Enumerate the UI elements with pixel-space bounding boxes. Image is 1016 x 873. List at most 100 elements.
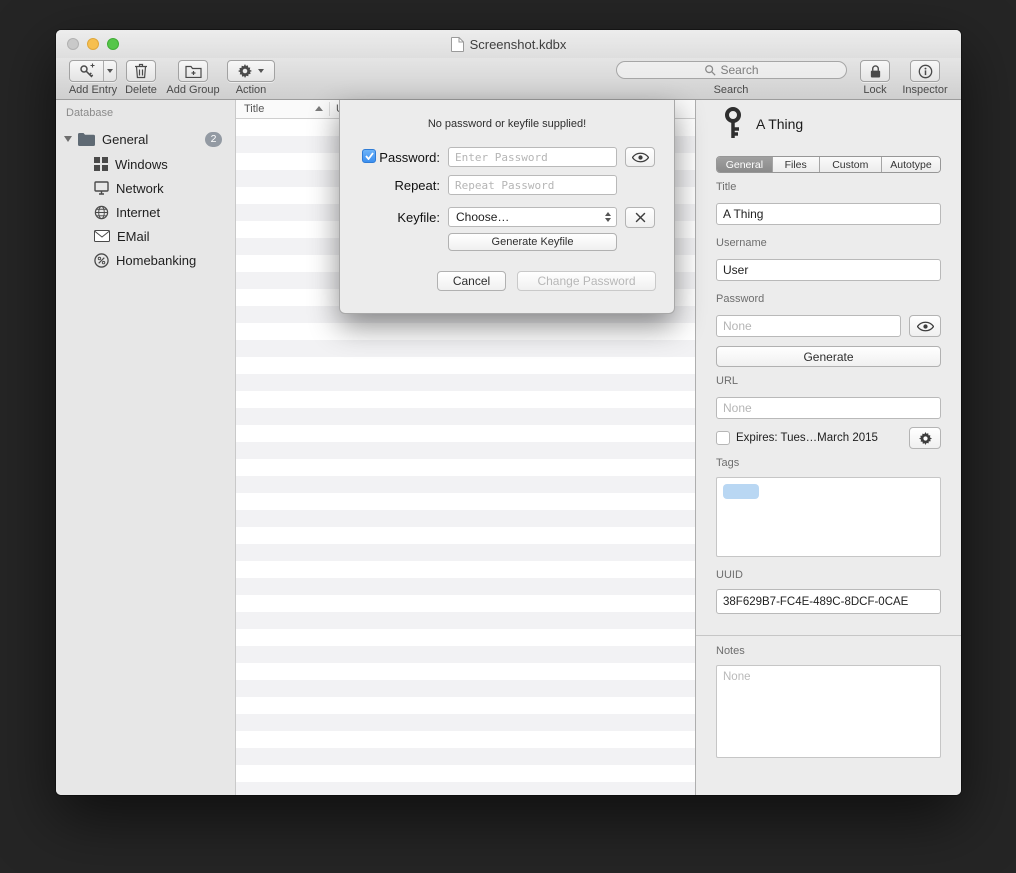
lock-icon [869, 64, 882, 79]
change-password-label: Change Password [537, 274, 635, 288]
close-x-icon [635, 212, 646, 223]
enter-password-field[interactable] [448, 147, 617, 167]
show-password-button[interactable] [625, 147, 655, 167]
tags-box[interactable] [716, 477, 941, 557]
divider [696, 635, 961, 636]
percent-coin-icon [94, 253, 109, 268]
titlebar[interactable]: Screenshot.kdbx [56, 30, 961, 58]
toolbar: Add Entry Delete Add Group Action Search [56, 58, 961, 100]
inspector-button[interactable] [910, 60, 940, 82]
uuid-field-label: UUID [716, 569, 743, 581]
change-password-dialog: No password or keyfile supplied! Passwor… [339, 100, 675, 314]
password-checkbox[interactable] [362, 149, 376, 163]
sidebar-item-label: Windows [115, 157, 168, 172]
gear-icon [238, 64, 252, 78]
folder-plus-icon [185, 64, 202, 78]
sidebar: Database General 2 Windows Network [56, 100, 236, 795]
document-icon [451, 37, 464, 52]
gear-icon [919, 432, 932, 445]
add-group-label: Add Group [160, 84, 226, 96]
notes-field[interactable] [716, 665, 941, 758]
inspector-label: Inspector [892, 84, 958, 96]
generate-password-button[interactable]: Generate [716, 346, 941, 367]
expires-checkbox[interactable] [716, 431, 730, 445]
tab-custom[interactable]: Custom [820, 157, 882, 172]
change-password-button[interactable]: Change Password [517, 271, 656, 291]
sidebar-item-label: Homebanking [116, 253, 196, 268]
info-icon [918, 64, 933, 79]
sidebar-item-email[interactable]: EMail [56, 224, 235, 248]
add-entry-dropdown[interactable] [103, 61, 116, 81]
delete-button[interactable] [126, 60, 156, 82]
keyfile-popup-value: Choose… [456, 210, 509, 224]
cancel-label: Cancel [453, 274, 490, 288]
tag-pill[interactable] [723, 484, 759, 499]
title-field-label: Title [716, 181, 736, 193]
add-entry-button[interactable] [69, 60, 117, 82]
lock-button[interactable] [860, 60, 890, 82]
inspector-entry-title: A Thing [756, 116, 803, 132]
sidebar-item-general[interactable]: General 2 [56, 127, 235, 151]
disclosure-triangle-icon[interactable] [64, 136, 72, 142]
url-field-label: URL [716, 375, 738, 387]
password-field[interactable] [716, 315, 901, 337]
sidebar-item-label: Network [116, 181, 164, 196]
action-label: Action [218, 84, 284, 96]
sort-ascending-icon [315, 106, 323, 111]
generate-keyfile-label: Generate Keyfile [492, 236, 574, 248]
column-header-title[interactable]: Title [244, 103, 264, 115]
folder-icon [78, 133, 95, 146]
search-placeholder: Search [720, 63, 758, 77]
expires-settings-button[interactable] [909, 427, 941, 449]
envelope-icon [94, 230, 110, 242]
repeat-label: Repeat: [376, 178, 440, 193]
notes-label: Notes [716, 645, 745, 657]
tab-general[interactable]: General [717, 157, 773, 172]
keyfile-popup[interactable]: Choose… [448, 207, 617, 227]
sidebar-item-windows[interactable]: Windows [56, 152, 235, 176]
network-icon [94, 181, 109, 195]
sidebar-item-internet[interactable]: Internet [56, 200, 235, 224]
tab-files[interactable]: Files [773, 157, 820, 172]
url-field[interactable] [716, 397, 941, 419]
sidebar-item-label: General [102, 132, 148, 147]
sidebar-item-network[interactable]: Network [56, 176, 235, 200]
generate-keyfile-button[interactable]: Generate Keyfile [448, 233, 617, 251]
repeat-password-field[interactable] [448, 175, 617, 195]
tags-label: Tags [716, 457, 739, 469]
sidebar-item-homebanking[interactable]: Homebanking [56, 248, 235, 272]
password-field-label: Password [716, 293, 764, 305]
column-resize-handle[interactable] [329, 102, 330, 116]
password-label: Password: [376, 150, 440, 165]
title-field[interactable] [716, 203, 941, 225]
cancel-button[interactable]: Cancel [437, 271, 506, 291]
chevron-down-icon [258, 69, 264, 73]
key-icon [720, 106, 746, 140]
popup-stepper-icon [605, 212, 611, 222]
count-badge: 2 [205, 132, 222, 147]
show-password-button[interactable] [909, 315, 941, 337]
inspector-panel: A Thing General Files Custom Autotype Ti… [695, 100, 961, 795]
sidebar-item-label: EMail [117, 229, 150, 244]
chevron-down-icon [107, 69, 113, 73]
globe-icon [94, 205, 109, 220]
sidebar-item-label: Internet [116, 205, 160, 220]
inspector-tabs: General Files Custom Autotype [716, 156, 941, 173]
expires-label: Expires: Tues…March 2015 [736, 432, 878, 444]
eye-icon [632, 152, 649, 163]
keyfile-label: Keyfile: [376, 210, 440, 225]
tab-autotype[interactable]: Autotype [882, 157, 940, 172]
generate-button-label: Generate [803, 350, 853, 364]
uuid-field[interactable] [716, 589, 941, 614]
search-input[interactable]: Search [616, 61, 847, 79]
username-field[interactable] [716, 259, 941, 281]
search-label: Search [698, 84, 764, 96]
search-icon [704, 64, 716, 76]
add-group-button[interactable] [178, 60, 208, 82]
username-field-label: Username [716, 237, 767, 249]
action-button[interactable] [227, 60, 275, 82]
window-title-area: Screenshot.kdbx [56, 30, 961, 58]
trash-icon [134, 63, 148, 79]
clear-keyfile-button[interactable] [625, 207, 655, 228]
eye-icon [917, 321, 934, 332]
